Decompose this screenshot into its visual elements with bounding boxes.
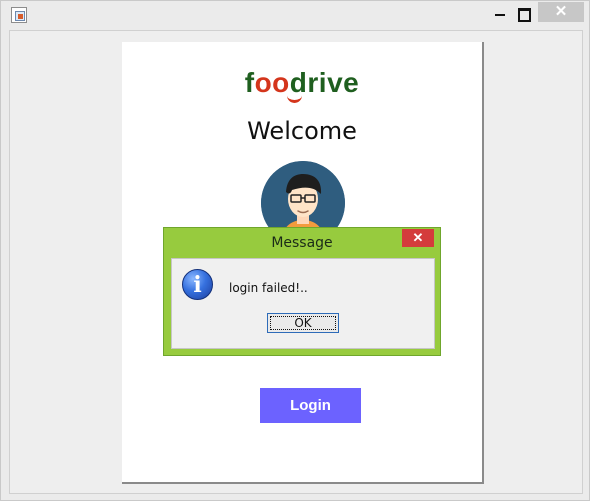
logo-smile-mark — [287, 94, 302, 103]
logo-prefix: f — [244, 67, 255, 98]
window-close-button[interactable]: ✕ — [538, 2, 584, 22]
ok-button[interactable]: OK — [267, 313, 339, 333]
java-app-icon — [11, 7, 27, 23]
login-button[interactable]: Login — [260, 388, 361, 423]
info-icon: i — [182, 269, 213, 300]
dialog-close-button[interactable]: ✕ — [402, 229, 434, 247]
application-window: ✕ foodrive Welcome Login Message ✕ i log… — [0, 0, 590, 501]
welcome-heading: Welcome — [247, 117, 357, 145]
dialog-message: login failed!.. — [229, 281, 308, 295]
foodrive-logo: foodrive — [122, 66, 482, 100]
window-title-bar[interactable]: ✕ — [1, 1, 589, 29]
dialog-content: i login failed!.. OK — [171, 258, 435, 349]
message-dialog: Message ✕ i login failed!.. OK — [163, 227, 441, 356]
logo-accent: oo — [254, 67, 290, 98]
dialog-title: Message — [271, 235, 333, 251]
